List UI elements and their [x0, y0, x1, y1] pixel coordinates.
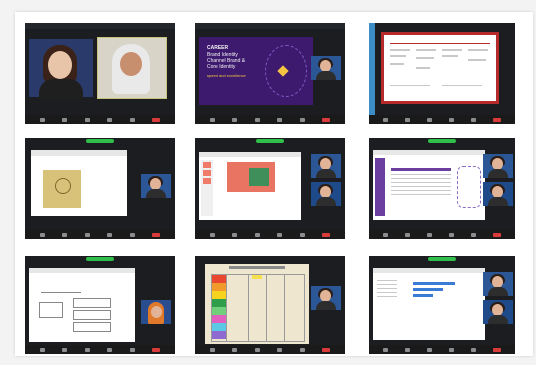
meeting-toolbar [25, 230, 175, 239]
presenter-camera[interactable] [311, 286, 341, 310]
table-grid [211, 274, 305, 342]
presenter-camera[interactable] [311, 56, 341, 80]
screen-share-indicator [86, 257, 114, 261]
form-box [39, 302, 63, 318]
screen-share-indicator [256, 139, 284, 143]
meeting-toolbar [25, 115, 175, 124]
slide-thumbnails[interactable] [201, 160, 213, 216]
form-box [73, 298, 111, 308]
participant-video-1[interactable] [29, 39, 93, 99]
meeting-toolbar [195, 230, 345, 239]
app-toolbar [373, 268, 485, 273]
presenter-camera[interactable] [483, 272, 513, 296]
screen-share-indicator [428, 257, 456, 261]
tile-top-bar [195, 23, 345, 29]
shared-screen-document [31, 150, 127, 216]
meeting-tile-gallery[interactable] [25, 23, 175, 124]
app-toolbar [199, 152, 301, 157]
shared-screen-presentation [199, 152, 301, 220]
meeting-toolbar [25, 345, 175, 354]
participant-camera[interactable] [483, 300, 513, 324]
meeting-tile-spreadsheet[interactable] [369, 138, 515, 239]
meeting-tile-table[interactable] [195, 256, 345, 354]
shared-screen-spreadsheet [373, 150, 485, 220]
presenter-camera[interactable] [311, 154, 341, 178]
presenter-camera[interactable] [483, 154, 513, 178]
shared-screen-title-slide: CAREER Brand Identity Channel Brand & Co… [199, 37, 313, 105]
meeting-tile-worksheet[interactable] [369, 23, 515, 124]
shared-screen-form [29, 268, 135, 342]
presenter-camera[interactable] [141, 174, 171, 198]
meeting-toolbar [369, 345, 515, 354]
meeting-tile-chart[interactable] [369, 256, 515, 354]
meeting-toolbar [195, 345, 345, 354]
table-header [391, 168, 451, 171]
slide-image [249, 168, 269, 186]
slide-title-line4: Core Identity [207, 64, 236, 70]
chart-bar [413, 288, 443, 291]
app-sidebar[interactable] [375, 158, 385, 216]
meeting-tile-document[interactable] [25, 138, 175, 239]
meeting-toolbar [369, 230, 515, 239]
shared-screen-chart [373, 268, 485, 340]
tile-top-bar [25, 23, 175, 29]
screenshot-frame: CAREER Brand Identity Channel Brand & Co… [15, 12, 533, 356]
app-toolbar [373, 150, 485, 155]
meeting-toolbar [195, 115, 345, 124]
presenter-camera[interactable] [141, 300, 171, 324]
cover-emblem [55, 178, 71, 194]
participant-camera[interactable] [483, 182, 513, 206]
diagram-shape [457, 166, 481, 208]
participant-body [39, 79, 83, 99]
tile-left-strip [369, 23, 375, 124]
document-cover [43, 170, 81, 208]
meeting-tile-form[interactable] [25, 256, 175, 354]
meeting-tile-slide-title[interactable]: CAREER Brand Identity Channel Brand & Co… [195, 23, 345, 124]
slide-title-line1: CAREER [207, 45, 229, 51]
screen-share-indicator [428, 139, 456, 143]
participant-face [120, 52, 142, 76]
meeting-toolbar [369, 115, 515, 124]
shared-screen-worksheet [381, 32, 499, 104]
meeting-tile-presentation[interactable] [195, 138, 345, 239]
slide-subtitle: speed and excellence [207, 73, 246, 78]
chart-bar [413, 294, 433, 297]
app-toolbar [29, 268, 135, 273]
participant-face [48, 51, 72, 79]
participant-video-2[interactable] [97, 37, 167, 99]
slide-banner [227, 162, 275, 192]
form-box [73, 322, 111, 332]
table-title [229, 266, 285, 269]
screen-share-indicator [86, 139, 114, 143]
chart-bar [413, 282, 455, 285]
form-box [73, 310, 111, 320]
participant-camera[interactable] [311, 182, 341, 206]
app-toolbar [31, 150, 127, 156]
video-call-grid: CAREER Brand Identity Channel Brand & Co… [23, 20, 533, 356]
shared-screen-table [205, 264, 309, 344]
